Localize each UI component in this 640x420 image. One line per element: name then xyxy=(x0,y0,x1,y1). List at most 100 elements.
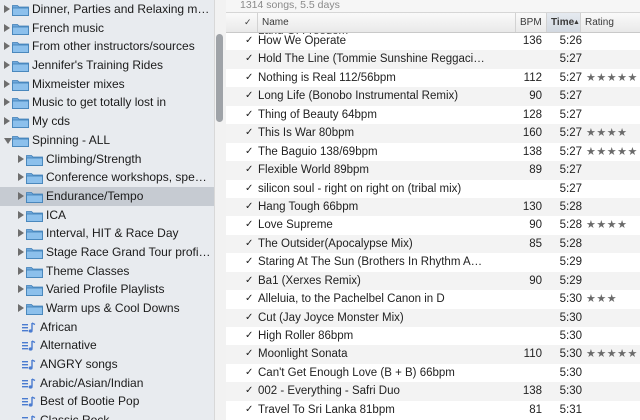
song-row[interactable]: ✓ silicon soul - right on right on (triba… xyxy=(226,180,640,198)
sidebar-item[interactable]: Conference workshops, special... xyxy=(0,168,215,187)
sidebar-item[interactable]: Arabic/Asian/Indian xyxy=(0,374,215,393)
song-row[interactable]: ✓ Staring At The Sun (Brothers In Rhythm … xyxy=(226,253,640,271)
song-checkbox[interactable]: ✓ xyxy=(245,309,253,327)
song-checkbox[interactable]: ✓ xyxy=(245,32,253,50)
song-rating[interactable]: ★★★★ xyxy=(586,216,627,234)
disclosure-triangle-icon[interactable] xyxy=(18,173,24,182)
disclosure-triangle-icon[interactable] xyxy=(4,42,10,51)
sidebar-item[interactable]: Varied Profile Playlists xyxy=(0,280,215,299)
song-rating[interactable]: ★★★★ xyxy=(586,124,627,142)
song-row[interactable]: ✓ Flexible World 89bpm 89 5:27 xyxy=(226,161,640,180)
disclosure-triangle-open-icon[interactable] xyxy=(4,137,12,144)
disclosure-triangle-icon[interactable] xyxy=(4,98,10,107)
disclosure-triangle-icon[interactable] xyxy=(18,304,24,312)
disclosure-triangle-icon[interactable] xyxy=(4,23,10,32)
column-bpm[interactable]: BPM xyxy=(516,13,547,32)
song-bpm: 128 xyxy=(522,108,542,121)
song-checkbox[interactable]: ✓ xyxy=(245,290,253,308)
disclosure-triangle-icon[interactable] xyxy=(18,154,24,163)
sidebar-item[interactable]: Alternative xyxy=(0,336,215,355)
disclosure-triangle-icon[interactable] xyxy=(18,210,24,219)
sidebar-scrollbar-thumb[interactable] xyxy=(216,34,223,122)
sidebar-item[interactable]: Warm ups & Cool Downs xyxy=(0,299,215,318)
song-bpm: 90 xyxy=(529,90,542,103)
sidebar-item[interactable]: French music xyxy=(0,19,215,38)
sidebar-item[interactable]: ANGRY songs xyxy=(0,355,215,374)
song-row[interactable]: ✓ Ba1 (Xerxes Remix) 90 5:29 xyxy=(226,271,640,291)
song-rating[interactable]: ★★★★★ xyxy=(586,69,638,87)
sidebar-item[interactable]: Theme Classes xyxy=(0,262,215,281)
song-row[interactable]: ✓ 002 - Everything - Safri Duo 138 5:30 xyxy=(226,382,640,401)
song-row[interactable]: ✓ Alleluia, to the Pachelbel Canon in D 5:… xyxy=(226,290,640,308)
song-row[interactable]: ✓ How We Operate 136 5:26 xyxy=(226,32,640,50)
song-row[interactable]: ✓ Long Life (Bonobo Instrumental Remix) 90… xyxy=(226,87,640,106)
sidebar-item[interactable]: Best of Bootie Pop xyxy=(0,392,215,411)
sidebar-item[interactable]: ICA xyxy=(0,206,215,225)
song-checkbox[interactable]: ✓ xyxy=(245,235,253,253)
song-rating[interactable]: ★★★★★ xyxy=(586,143,638,161)
song-time: 5:27 xyxy=(559,53,582,66)
song-row[interactable]: ✓ High Roller 86bpm 5:30 xyxy=(226,327,640,345)
song-checkbox[interactable]: ✓ xyxy=(245,87,253,105)
song-checkbox[interactable]: ✓ xyxy=(245,253,253,271)
sidebar-item[interactable]: African xyxy=(0,318,215,337)
disclosure-triangle-icon[interactable] xyxy=(18,191,24,200)
song-row[interactable]: ✓ The Baguio 138/69bpm 138 5:27 ★★★★★ xyxy=(226,143,640,161)
disclosure-triangle-icon[interactable] xyxy=(18,285,24,294)
song-row[interactable]: ✓ Can't Get Enough Love (B + B) 66bpm 5:30 xyxy=(226,364,640,382)
song-rating[interactable]: ★★★ xyxy=(586,290,617,308)
song-name: The Baguio 138/69bpm xyxy=(258,145,378,158)
sidebar-item[interactable]: Classic Rock xyxy=(0,411,215,420)
sidebar-item[interactable]: Jennifer's Training Rides xyxy=(0,56,215,75)
disclosure-triangle-icon[interactable] xyxy=(4,117,10,126)
song-checkbox[interactable]: ✓ xyxy=(245,180,253,198)
column-name[interactable]: Name xyxy=(258,13,516,32)
sidebar-item[interactable]: Spinning - ALL xyxy=(0,131,215,150)
disclosure-triangle-icon[interactable] xyxy=(4,5,10,13)
song-checkbox[interactable]: ✓ xyxy=(245,401,253,419)
song-row[interactable]: ✓ Moonlight Sonata 110 5:30 ★★★★★ xyxy=(226,345,640,364)
song-row[interactable]: ✓ The Outsider(Apocalypse Mix) 85 5:28 xyxy=(226,234,640,254)
disclosure-triangle-icon[interactable] xyxy=(18,229,24,238)
disclosure-triangle-icon[interactable] xyxy=(18,247,24,256)
song-checkbox[interactable]: ✓ xyxy=(245,50,253,68)
sidebar-item[interactable]: My cds xyxy=(0,112,215,131)
disclosure-triangle-icon[interactable] xyxy=(4,61,10,70)
song-row[interactable]: ✓ Thing of Beauty 64bpm 128 5:27 xyxy=(226,106,640,124)
song-checkbox[interactable]: ✓ xyxy=(245,124,253,142)
song-checkbox[interactable]: ✓ xyxy=(245,364,253,382)
sidebar-item[interactable]: Stage Race Grand Tour profiles xyxy=(0,243,215,262)
disclosure-triangle-icon[interactable] xyxy=(18,266,24,275)
song-checkbox[interactable]: ✓ xyxy=(245,216,253,234)
song-row[interactable]: ✓ Hold The Line (Tommie Sunshine Reggacid… xyxy=(226,50,640,69)
column-time[interactable]: Time ▲ xyxy=(547,13,581,32)
sidebar-item[interactable]: Endurance/Tempo xyxy=(0,186,215,206)
disclosure-triangle-icon[interactable] xyxy=(4,79,10,88)
song-row[interactable]: ✓ This Is War 80bpm 160 5:27 ★★★★ xyxy=(226,124,640,143)
song-time: 5:30 xyxy=(559,311,582,324)
song-checkbox[interactable]: ✓ xyxy=(245,327,253,345)
sidebar-item[interactable]: Dinner, Parties and Relaxing music xyxy=(0,0,215,19)
song-checkbox[interactable]: ✓ xyxy=(245,272,253,290)
song-checkbox[interactable]: ✓ xyxy=(245,106,253,124)
song-row[interactable]: ✓ Love Supreme 90 5:28 ★★★★ xyxy=(226,216,640,234)
sidebar-item[interactable]: Mixmeister mixes xyxy=(0,75,215,94)
song-checkbox[interactable]: ✓ xyxy=(245,382,253,400)
song-checkbox[interactable]: ✓ xyxy=(245,345,253,363)
song-checkbox[interactable]: ✓ xyxy=(245,198,253,216)
song-row[interactable]: ✓ Nothing is Real 112/56bpm 112 5:27 ★★★★★ xyxy=(226,69,640,87)
sidebar-item[interactable]: Interval, HIT & Race Day xyxy=(0,224,215,243)
sidebar-item[interactable]: Music to get totally lost in xyxy=(0,93,215,112)
song-checkbox[interactable]: ✓ xyxy=(245,69,253,87)
song-checkbox[interactable]: ✓ xyxy=(245,161,253,179)
song-checkbox[interactable]: ✓ xyxy=(245,143,253,161)
sidebar-item[interactable]: Climbing/Strength xyxy=(0,150,215,169)
column-check[interactable]: ✓ xyxy=(226,13,258,32)
song-row[interactable]: ✓ Travel To Sri Lanka 81bpm 81 5:31 xyxy=(226,401,640,419)
song-bpm: 81 xyxy=(529,403,542,416)
song-row[interactable]: ✓ Hang Tough 66bpm 130 5:28 xyxy=(226,197,640,217)
sidebar-item[interactable]: From other instructors/sources xyxy=(0,37,215,56)
song-row[interactable]: ✓ Cut (Jay Joyce Monster Mix) 5:30 xyxy=(226,308,640,327)
song-rating[interactable]: ★★★★★ xyxy=(586,345,638,363)
column-rating[interactable]: Rating xyxy=(581,13,640,32)
